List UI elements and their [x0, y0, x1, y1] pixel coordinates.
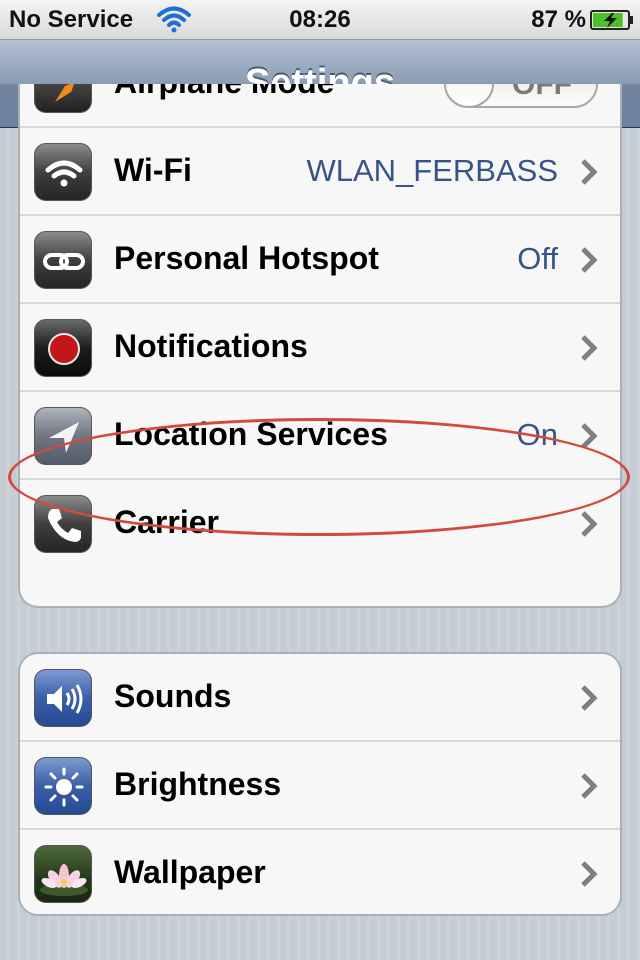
location-arrow-icon	[34, 407, 92, 465]
settings-row-wifi[interactable]: Wi-Fi WLAN_FERBASS	[20, 128, 620, 216]
settings-row-label: Wallpaper	[114, 854, 266, 890]
chevron-right-icon	[581, 773, 598, 799]
airplane-mode-toggle[interactable]: OFF	[444, 84, 598, 108]
settings-group-connectivity: Airplane Mode OFF Wi-Fi WLAN_FERBASS Per…	[18, 84, 622, 608]
chevron-right-icon	[581, 247, 598, 273]
settings-row-personal-hotspot[interactable]: Personal Hotspot Off	[20, 216, 620, 304]
chevron-right-icon	[581, 423, 598, 449]
battery-percent: 87 %	[531, 6, 586, 33]
settings-row-label: Wi-Fi	[114, 152, 192, 188]
settings-group-sounds-display: Sounds Brightness Wallpaper	[18, 652, 622, 916]
settings-row-label: Personal Hotspot	[114, 240, 379, 276]
chevron-right-icon	[581, 335, 598, 361]
settings-row-label: Airplane Mode	[114, 84, 334, 101]
brightness-sun-icon	[34, 757, 92, 815]
speaker-icon	[34, 669, 92, 727]
toggle-state: OFF	[512, 84, 572, 101]
status-bar: No Service 08:26 87 %	[0, 0, 640, 40]
settings-row-value: On	[516, 417, 558, 452]
settings-row-label: Sounds	[114, 678, 232, 714]
settings-row-label: Notifications	[114, 328, 308, 364]
wifi-icon	[34, 143, 92, 201]
settings-row-notifications[interactable]: Notifications	[20, 304, 620, 392]
hotspot-link-icon	[34, 231, 92, 289]
settings-row-brightness[interactable]: Brightness	[20, 742, 620, 830]
settings-row-label: Brightness	[114, 766, 282, 802]
settings-row-value: Off	[517, 241, 558, 276]
phone-icon	[34, 495, 92, 553]
settings-row-value: WLAN_FERBASS	[306, 153, 558, 188]
settings-row-carrier[interactable]: Carrier	[20, 480, 620, 568]
settings-row-label: Carrier	[114, 504, 219, 540]
notifications-icon	[34, 319, 92, 377]
settings-row-airplane-mode[interactable]: Airplane Mode OFF	[20, 84, 620, 128]
settings-row-location-services[interactable]: Location Services On	[20, 392, 620, 480]
chevron-right-icon	[581, 159, 598, 185]
chevron-right-icon	[581, 861, 598, 887]
airplane-icon	[34, 84, 92, 113]
battery-charging-icon	[590, 10, 633, 30]
chevron-right-icon	[581, 685, 598, 711]
settings-row-wallpaper[interactable]: Wallpaper	[20, 830, 620, 914]
settings-row-label: Location Services	[114, 416, 388, 452]
chevron-right-icon	[581, 511, 598, 537]
settings-row-sounds[interactable]: Sounds	[20, 654, 620, 742]
wallpaper-flower-icon	[34, 845, 92, 903]
toggle-knob	[446, 84, 494, 106]
